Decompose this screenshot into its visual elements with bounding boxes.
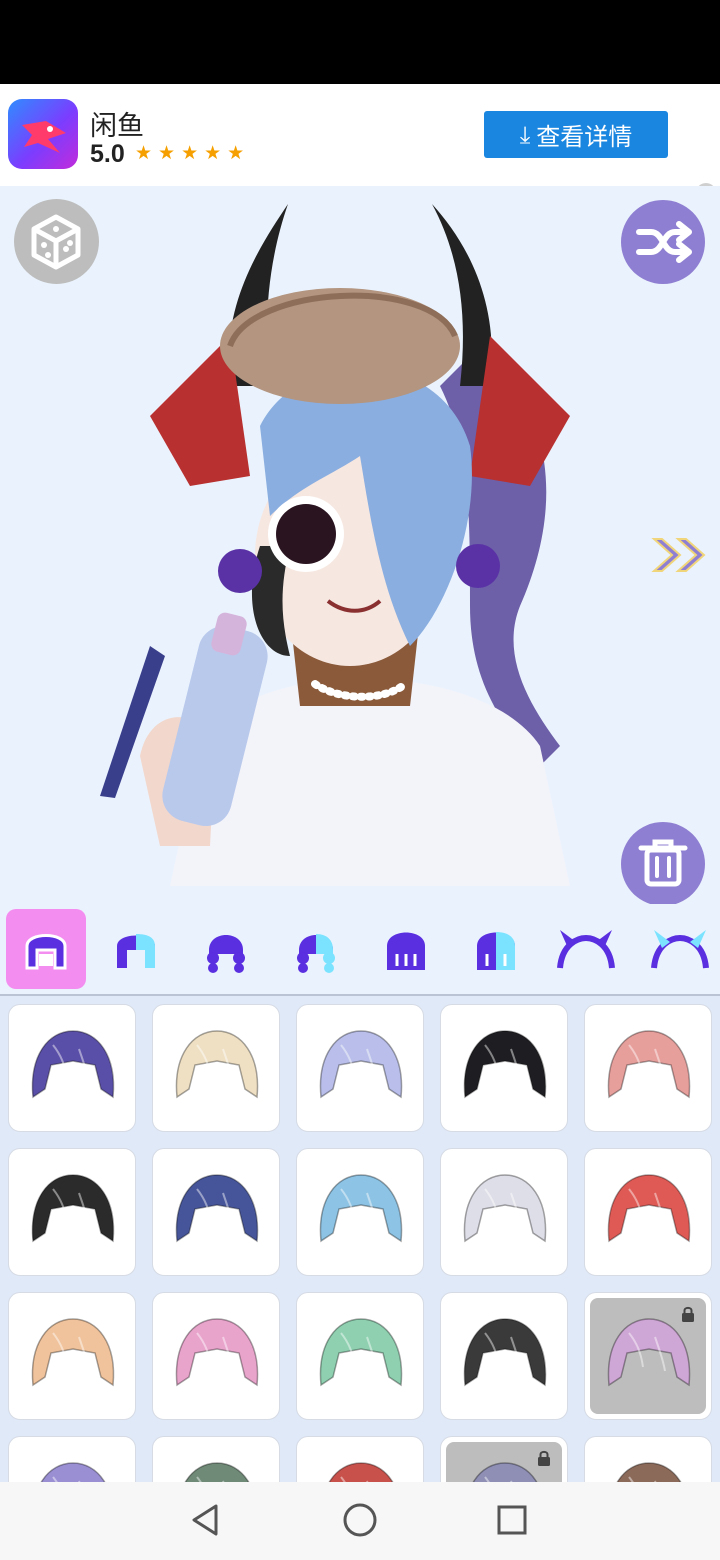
hair-swatch bbox=[616, 1462, 682, 1482]
back-triangle-icon[interactable] bbox=[186, 1500, 226, 1540]
horns-alt-color-icon bbox=[651, 930, 709, 969]
hair-swatch bbox=[607, 1030, 691, 1099]
character-illustration bbox=[100, 204, 570, 886]
hair-item[interactable] bbox=[296, 1148, 424, 1276]
hair-swatch bbox=[40, 1462, 106, 1482]
hair-item[interactable] bbox=[296, 1436, 424, 1482]
horns-icon bbox=[557, 930, 615, 969]
hair-swatch bbox=[175, 1318, 259, 1387]
hair-item[interactable] bbox=[8, 1436, 136, 1482]
hair-item[interactable] bbox=[584, 1148, 712, 1276]
tab-horns[interactable] bbox=[546, 909, 626, 989]
tab-long-hair[interactable] bbox=[366, 909, 446, 989]
hair-swatch bbox=[319, 1174, 403, 1243]
hair-swatch bbox=[31, 1174, 115, 1243]
hair-item[interactable] bbox=[296, 1292, 424, 1420]
hair-swatch bbox=[175, 1030, 259, 1099]
bangs-hair-alt-color-icon bbox=[117, 934, 155, 968]
ad-banner[interactable]: 闲鱼 5.0 ★★★★★ ⤓ 查看详情 ✕ 广告 bbox=[0, 84, 720, 274]
ad-app-name: 闲鱼 bbox=[90, 111, 144, 142]
home-circle-icon[interactable] bbox=[340, 1500, 380, 1540]
hair-item-grid bbox=[0, 996, 720, 1482]
double-chevron-right-icon[interactable] bbox=[648, 531, 714, 579]
hair-swatch bbox=[463, 1030, 547, 1099]
hair-item[interactable] bbox=[584, 1004, 712, 1132]
hair-swatch bbox=[463, 1174, 547, 1243]
hair-swatch bbox=[175, 1174, 259, 1243]
tab-bangs-hair-alt-color[interactable] bbox=[96, 909, 176, 989]
trash-icon[interactable] bbox=[621, 822, 705, 904]
hair-swatch bbox=[607, 1174, 691, 1243]
status-bar bbox=[0, 0, 720, 84]
character-canvas bbox=[0, 186, 720, 904]
view-details-label: 查看详情 bbox=[536, 123, 633, 151]
hair-item[interactable] bbox=[440, 1004, 568, 1132]
hair-item[interactable] bbox=[8, 1292, 136, 1420]
ad-rating-stars: ★★★★★ bbox=[135, 143, 251, 164]
long-hair-alt-color-icon bbox=[477, 932, 515, 970]
tab-horns-alt-color[interactable] bbox=[640, 909, 720, 989]
hair-item[interactable] bbox=[152, 1292, 280, 1420]
recents-square-icon[interactable] bbox=[492, 1500, 532, 1540]
hair-item[interactable] bbox=[8, 1004, 136, 1132]
hair-swatch bbox=[328, 1462, 394, 1482]
hair-swatch bbox=[31, 1030, 115, 1099]
ad-rating-value: 5.0 bbox=[90, 140, 125, 168]
hair-swatch bbox=[319, 1030, 403, 1099]
hair-swatch bbox=[184, 1462, 250, 1482]
category-tab-strip bbox=[0, 904, 720, 996]
twin-braids-alt-color-icon bbox=[297, 934, 335, 973]
tab-twin-braids[interactable] bbox=[186, 909, 266, 989]
app-logo-icon[interactable] bbox=[8, 99, 78, 169]
hair-item[interactable] bbox=[440, 1292, 568, 1420]
tab-twin-braids-alt-color[interactable] bbox=[276, 909, 356, 989]
system-nav-bar bbox=[0, 1482, 720, 1560]
long-hair-icon bbox=[387, 932, 425, 970]
hair-item[interactable] bbox=[152, 1004, 280, 1132]
dice-icon[interactable] bbox=[14, 199, 99, 284]
hair-item[interactable] bbox=[152, 1436, 280, 1482]
hair-swatch bbox=[31, 1318, 115, 1387]
lock-icon bbox=[682, 1306, 694, 1322]
hair-item[interactable] bbox=[440, 1148, 568, 1276]
download-icon: ⤓ bbox=[519, 120, 531, 149]
tab-bangs-hair[interactable] bbox=[6, 909, 86, 989]
bangs-hair-icon bbox=[25, 934, 67, 970]
hair-item[interactable] bbox=[8, 1148, 136, 1276]
hair-item[interactable] bbox=[584, 1436, 712, 1482]
lock-icon bbox=[538, 1450, 550, 1466]
hair-swatch bbox=[463, 1318, 547, 1387]
twin-braids-icon bbox=[207, 935, 245, 973]
tab-long-hair-alt-color[interactable] bbox=[456, 909, 536, 989]
hair-swatch bbox=[319, 1318, 403, 1387]
hair-item[interactable] bbox=[584, 1292, 712, 1420]
hair-item[interactable] bbox=[296, 1004, 424, 1132]
hair-item[interactable] bbox=[440, 1436, 568, 1482]
shuffle-icon[interactable] bbox=[621, 200, 705, 284]
hair-item[interactable] bbox=[152, 1148, 280, 1276]
view-details-button[interactable]: ⤓ 查看详情 bbox=[484, 111, 668, 158]
